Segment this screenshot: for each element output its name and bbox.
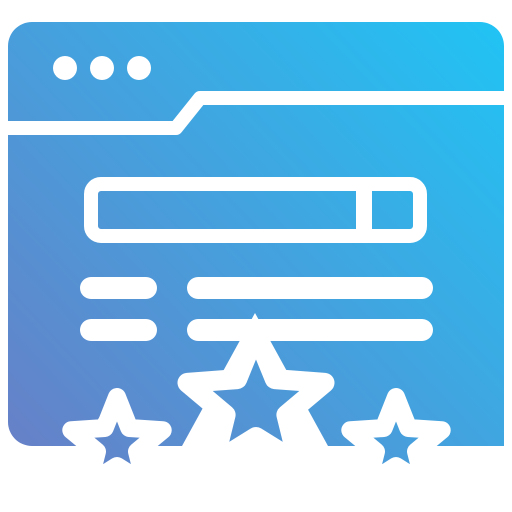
search-bar-divider xyxy=(356,184,372,236)
window-dot-3 xyxy=(127,56,151,80)
window-dot-2 xyxy=(90,56,114,80)
website-rating-icon xyxy=(8,22,504,493)
website-rating-icon-canvas xyxy=(0,0,512,512)
window-dot-1 xyxy=(53,56,77,80)
window-dots xyxy=(53,56,151,80)
